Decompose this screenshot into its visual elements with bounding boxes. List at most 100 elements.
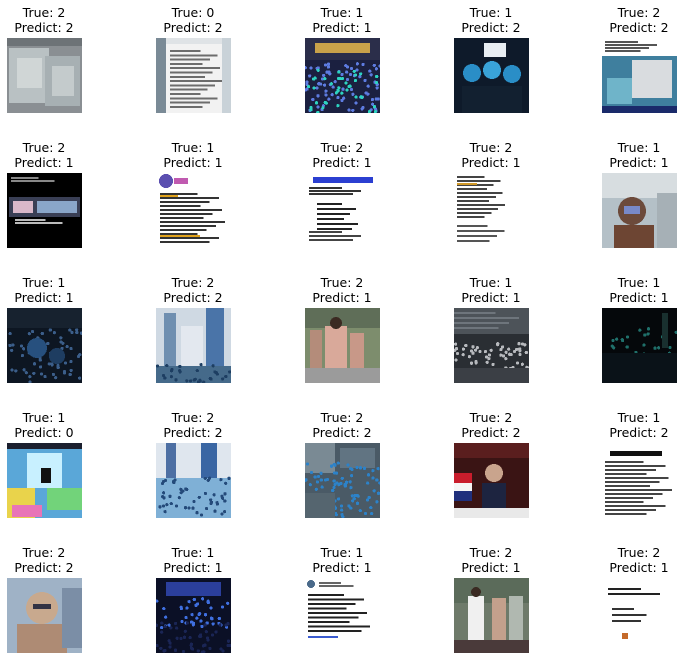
masked-protesters-photo: [454, 38, 529, 113]
predict-label: Predict: 2: [461, 20, 521, 35]
true-label: True: 2: [22, 545, 66, 560]
true-label: True: 2: [320, 275, 364, 290]
true-label: True: 2: [469, 410, 513, 425]
sample-cell: True: 1 Predict: 0: [0, 410, 119, 440]
aerial-crowd-photo: [305, 443, 380, 518]
predict-label: Predict: 1: [312, 20, 372, 35]
sample-cell: True: 1 Predict: 1: [267, 5, 417, 35]
blue-headline-text-post: [305, 173, 380, 248]
sample-cell: True: 2 Predict: 1: [416, 545, 566, 575]
predict-label: Predict: 1: [461, 290, 521, 305]
sample-cell: True: 2 Predict: 2: [0, 545, 119, 575]
true-label: True: 1: [22, 275, 66, 290]
predict-label: Predict: 2: [163, 290, 223, 305]
true-label: True: 1: [617, 140, 661, 155]
sample-cell: True: 1 Predict: 1: [0, 275, 119, 305]
predict-label: Predict: 1: [609, 560, 669, 575]
logo-text-post-screenshot: [156, 173, 231, 248]
sample-cell: True: 2 Predict: 2: [118, 275, 268, 305]
predict-label: Predict: 1: [312, 560, 372, 575]
predict-label: Predict: 1: [609, 155, 669, 170]
true-label: True: 2: [469, 140, 513, 155]
news-graphic-collage: [602, 38, 677, 113]
sample-cell: True: 1 Predict: 1: [416, 275, 566, 305]
night-crowd-blue-photo: [7, 308, 82, 383]
sample-cell: True: 2 Predict: 1: [267, 275, 417, 305]
sample-cell: True: 2 Predict: 2: [118, 410, 268, 440]
sample-cell: True: 1 Predict: 2: [564, 410, 684, 440]
sample-cell: True: 2 Predict: 2: [0, 5, 119, 35]
true-label: True: 1: [469, 5, 513, 20]
true-label: True: 2: [320, 140, 364, 155]
predict-label: Predict: 2: [461, 425, 521, 440]
true-label: True: 1: [22, 410, 66, 425]
sample-cell: True: 1 Predict: 1: [118, 140, 268, 170]
true-label: True: 1: [171, 140, 215, 155]
true-label: True: 2: [469, 545, 513, 560]
predict-label: Predict: 1: [14, 155, 74, 170]
predict-label: Predict: 1: [163, 155, 223, 170]
sample-cell: True: 2 Predict: 1: [564, 545, 684, 575]
prediction-grid-figure: { "true_prefix": "True: ", "predict_pref…: [0, 0, 684, 659]
portrait-man-glasses: [7, 578, 82, 653]
ceremony-building-photo: [156, 308, 231, 383]
crowd-under-roof-photo: [454, 308, 529, 383]
true-label: True: 2: [617, 5, 661, 20]
sample-cell: True: 1 Predict: 1: [118, 545, 268, 575]
sample-cell: True: 2 Predict: 1: [267, 140, 417, 170]
official-with-flag-photo: [454, 443, 529, 518]
true-label: True: 1: [320, 5, 364, 20]
sample-cell: True: 2 Predict: 2: [267, 410, 417, 440]
text-document-redacted: [602, 443, 677, 518]
sample-cell: True: 2 Predict: 1: [416, 140, 566, 170]
true-label: True: 1: [617, 275, 661, 290]
predict-label: Predict: 1: [312, 155, 372, 170]
sample-cell: True: 1 Predict: 1: [564, 275, 684, 305]
true-label: True: 2: [22, 140, 66, 155]
predict-label: Predict: 2: [14, 20, 74, 35]
sample-cell: True: 0 Predict: 2: [118, 5, 268, 35]
sample-cell: True: 1 Predict: 1: [267, 545, 417, 575]
true-label: True: 0: [171, 5, 215, 20]
colorful-graphic-poster: [7, 443, 82, 518]
sample-cell: True: 2 Predict: 1: [0, 140, 119, 170]
sample-cell: True: 2 Predict: 2: [416, 410, 566, 440]
true-label: True: 1: [171, 545, 215, 560]
predict-label: Predict: 2: [312, 425, 372, 440]
predict-label: Predict: 1: [14, 290, 74, 305]
true-label: True: 2: [22, 5, 66, 20]
social-text-post: [305, 578, 380, 653]
text-post-screenshot: [454, 173, 529, 248]
true-label: True: 1: [617, 410, 661, 425]
predict-label: Predict: 1: [163, 560, 223, 575]
true-label: True: 1: [469, 275, 513, 290]
true-label: True: 2: [617, 545, 661, 560]
predict-label: Predict: 1: [461, 155, 521, 170]
predict-label: Predict: 1: [312, 290, 372, 305]
predict-label: Predict: 0: [14, 425, 74, 440]
predict-label: Predict: 2: [609, 20, 669, 35]
sparse-text-document: [602, 578, 677, 653]
uniformed-group-photo: [156, 443, 231, 518]
true-label: True: 2: [171, 275, 215, 290]
crowd-stage-night-photo: [305, 38, 380, 113]
sample-cell: True: 1 Predict: 1: [564, 140, 684, 170]
predict-label: Predict: 1: [461, 560, 521, 575]
predict-label: Predict: 1: [609, 290, 669, 305]
predict-label: Predict: 2: [163, 20, 223, 35]
banknotes-photo: [7, 38, 82, 113]
true-label: True: 2: [171, 410, 215, 425]
predict-label: Predict: 2: [14, 560, 74, 575]
concert-crowd-blue-lights: [156, 578, 231, 653]
uniformed-officials-walking: [305, 308, 380, 383]
true-label: True: 2: [320, 410, 364, 425]
predict-label: Predict: 2: [163, 425, 223, 440]
true-label: True: 1: [320, 545, 364, 560]
dark-street-night-photo: [602, 308, 677, 383]
masked-person-selfie: [602, 173, 677, 248]
predict-label: Predict: 2: [609, 425, 669, 440]
officials-standing-photo: [454, 578, 529, 653]
text-document-screenshot: [156, 38, 231, 113]
sample-cell: True: 2 Predict: 2: [564, 5, 684, 35]
dark-banner-screenshot: [7, 173, 82, 248]
